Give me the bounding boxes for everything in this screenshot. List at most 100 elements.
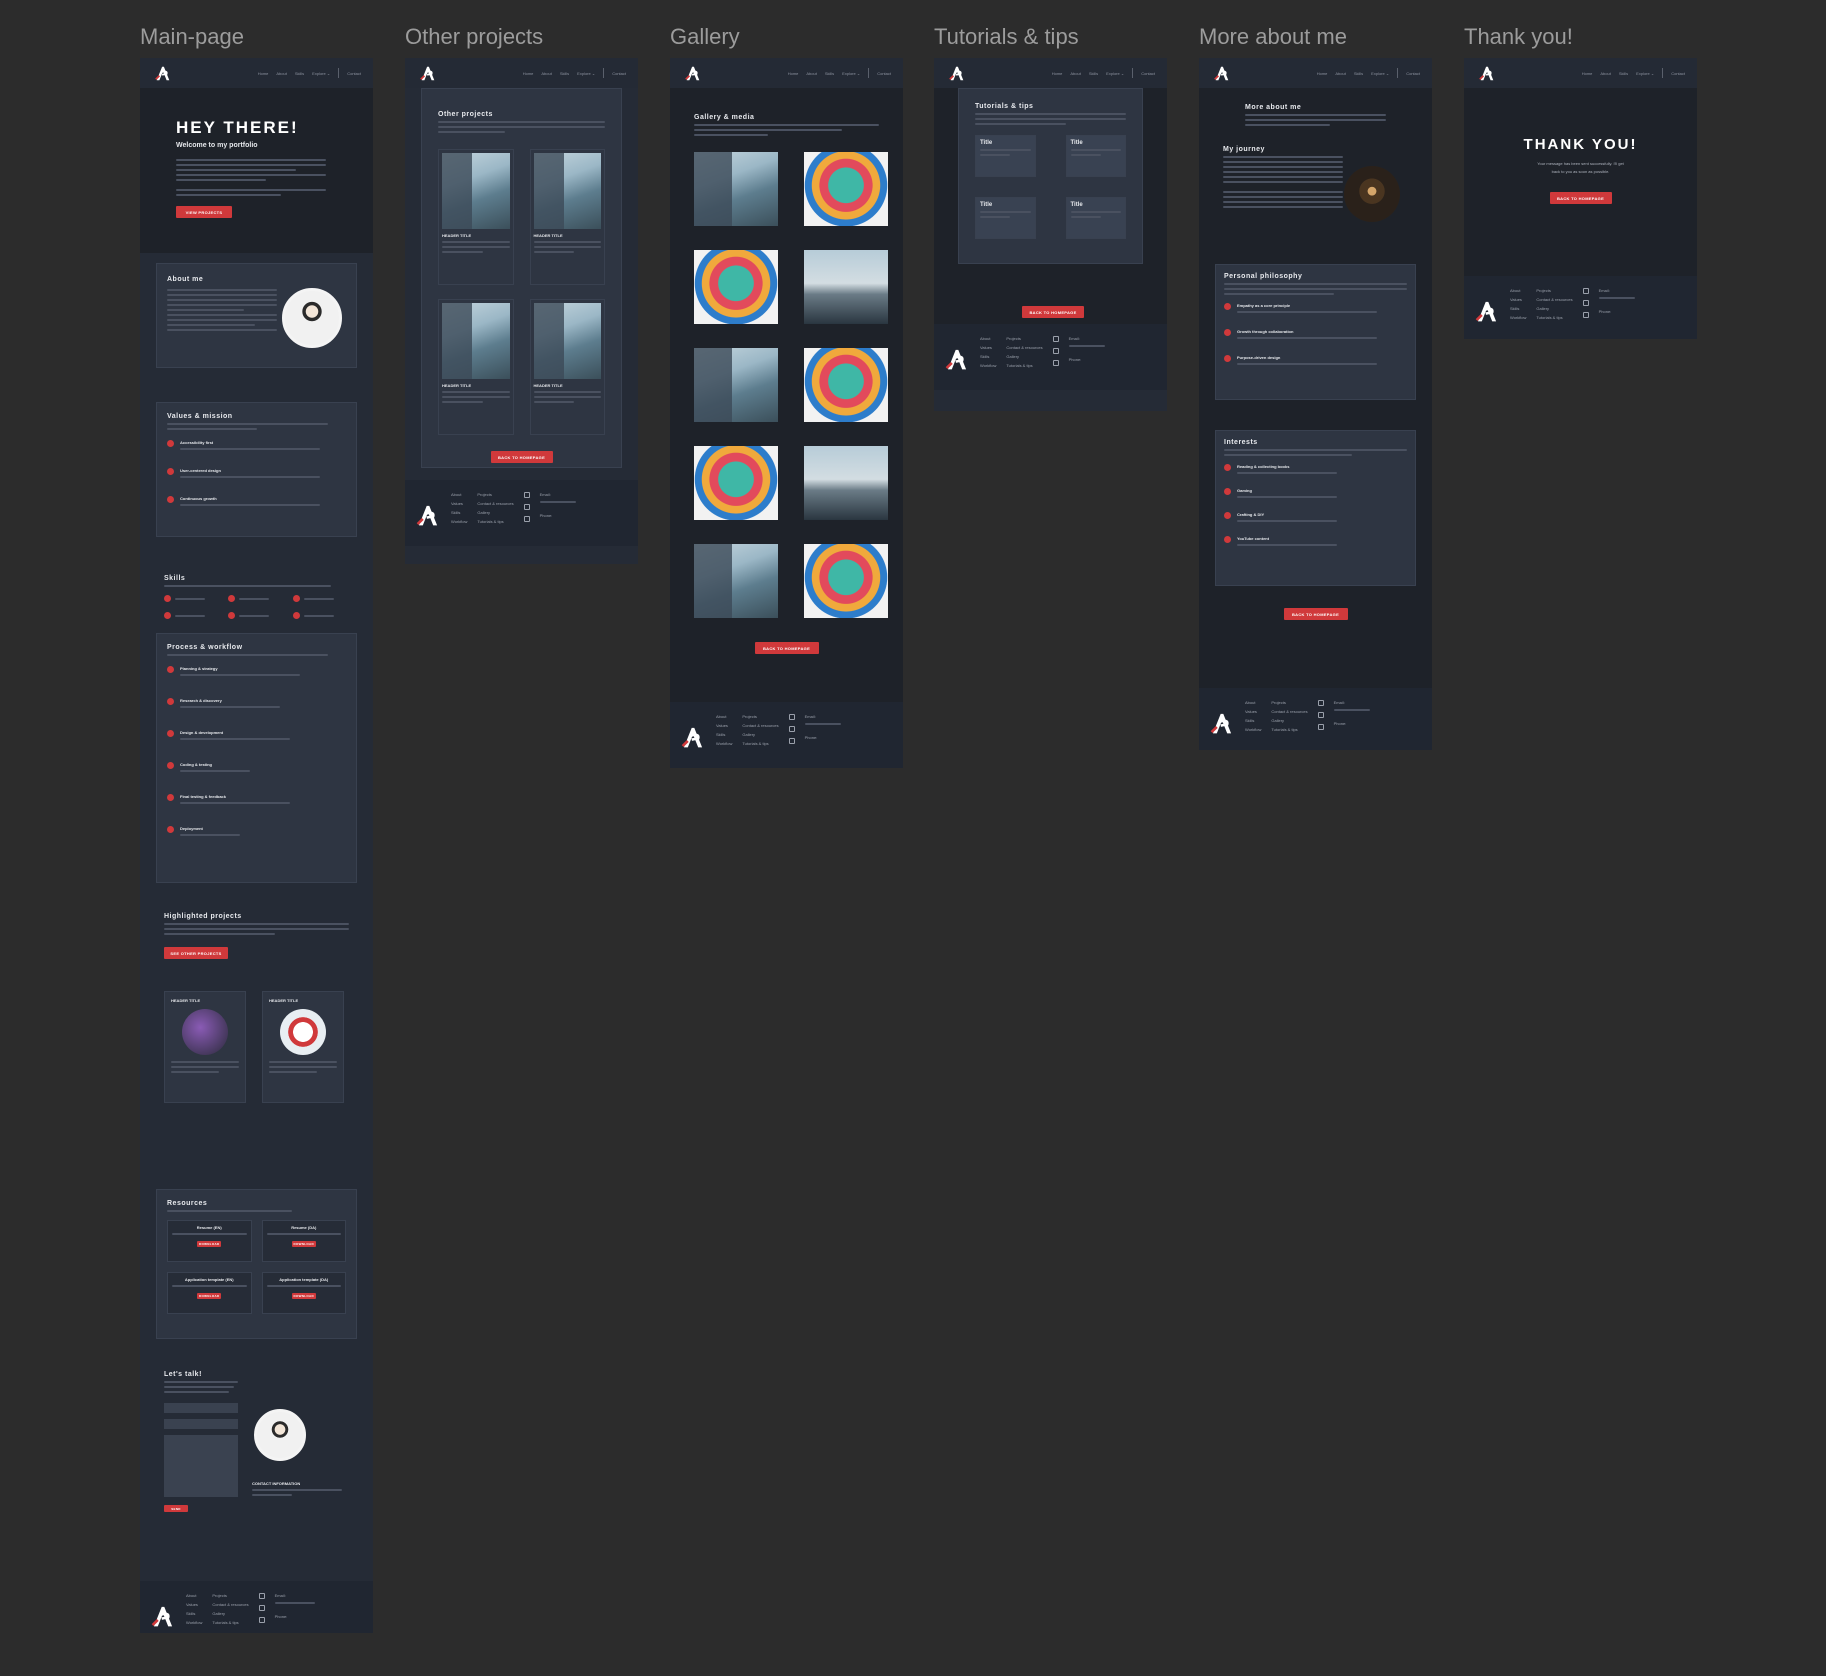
logo-icon[interactable] bbox=[1213, 64, 1231, 82]
nav-home[interactable]: Home bbox=[1317, 71, 1328, 76]
facebook-icon[interactable] bbox=[258, 1593, 265, 1599]
footer-link-about[interactable]: About bbox=[980, 336, 996, 341]
nav-contact[interactable]: Contact bbox=[877, 71, 891, 76]
nav-about[interactable]: About bbox=[276, 71, 286, 76]
nav-contact[interactable]: Contact bbox=[1406, 71, 1420, 76]
footer-link-tutorials[interactable]: Tutorials & tips bbox=[742, 741, 778, 746]
facebook-icon[interactable] bbox=[1582, 288, 1589, 294]
gallery-image[interactable] bbox=[694, 152, 778, 226]
footer-link-contact[interactable]: Contact & resources bbox=[1536, 297, 1572, 302]
footer-link-gallery[interactable]: Gallery bbox=[1271, 718, 1307, 723]
footer-logo-icon[interactable] bbox=[1474, 298, 1500, 324]
footer-link-projects[interactable]: Projects bbox=[1271, 700, 1307, 705]
footer-link-workflow[interactable]: Workflow bbox=[980, 363, 996, 368]
instagram-icon[interactable] bbox=[258, 1605, 265, 1611]
gallery-image[interactable] bbox=[804, 544, 888, 618]
back-to-homepage-button[interactable]: BACK TO HOMEPAGE bbox=[754, 642, 819, 654]
footer-link-skills[interactable]: Skills bbox=[716, 732, 732, 737]
nav-home[interactable]: Home bbox=[258, 71, 269, 76]
back-to-homepage-button[interactable]: BACK TO HOMEPAGE bbox=[1022, 306, 1084, 318]
logo-icon[interactable] bbox=[154, 64, 172, 82]
footer-link-tutorials[interactable]: Tutorials & tips bbox=[1006, 363, 1042, 368]
nav-explore[interactable]: Explore ⌄ bbox=[577, 71, 595, 76]
linkedin-icon[interactable] bbox=[1582, 312, 1589, 318]
footer-link-tutorials[interactable]: Tutorials & tips bbox=[1536, 315, 1572, 320]
footer-link-values[interactable]: Values bbox=[451, 501, 467, 506]
footer-link-contact[interactable]: Contact & resources bbox=[742, 723, 778, 728]
nav-explore[interactable]: Explore ⌄ bbox=[842, 71, 860, 76]
footer-link-skills[interactable]: Skills bbox=[980, 354, 996, 359]
project-card[interactable]: HEADER TITLE bbox=[262, 991, 344, 1103]
nav-home[interactable]: Home bbox=[1052, 71, 1063, 76]
tutorial-card[interactable]: Title bbox=[1065, 197, 1126, 239]
nav-skills[interactable]: Skills bbox=[560, 71, 569, 76]
back-to-homepage-button[interactable]: BACK TO HOMEPAGE bbox=[1549, 192, 1612, 204]
nav-contact[interactable]: Contact bbox=[1671, 71, 1685, 76]
footer-link-about[interactable]: About bbox=[451, 492, 467, 497]
instagram-icon[interactable] bbox=[1317, 712, 1324, 718]
footer-link-tutorials[interactable]: Tutorials & tips bbox=[1271, 727, 1307, 732]
facebook-icon[interactable] bbox=[788, 714, 795, 720]
footer-link-about[interactable]: About bbox=[1245, 700, 1261, 705]
nav-home[interactable]: Home bbox=[788, 71, 799, 76]
footer-logo-icon[interactable] bbox=[415, 502, 441, 528]
footer-link-workflow[interactable]: Workflow bbox=[1245, 727, 1261, 732]
facebook-icon[interactable] bbox=[523, 492, 530, 498]
footer-link-projects[interactable]: Projects bbox=[1006, 336, 1042, 341]
footer-link-gallery[interactable]: Gallery bbox=[212, 1611, 248, 1616]
project-card[interactable]: HEADER TITLE bbox=[164, 991, 246, 1103]
logo-icon[interactable] bbox=[684, 64, 702, 82]
facebook-icon[interactable] bbox=[1317, 700, 1324, 706]
footer-logo-icon[interactable] bbox=[680, 724, 706, 750]
nav-explore[interactable]: Explore ⌄ bbox=[312, 71, 330, 76]
back-to-homepage-button[interactable]: BACK TO HOMEPAGE bbox=[490, 451, 553, 463]
gallery-image[interactable] bbox=[804, 446, 888, 520]
footer-link-about[interactable]: About bbox=[186, 1593, 202, 1598]
project-card[interactable]: HEADER TITLE bbox=[529, 149, 605, 285]
email-field[interactable] bbox=[164, 1419, 238, 1429]
linkedin-icon[interactable] bbox=[1317, 724, 1324, 730]
tutorial-card[interactable]: Title bbox=[975, 135, 1036, 177]
footer-link-contact[interactable]: Contact & resources bbox=[1271, 709, 1307, 714]
tutorial-card[interactable]: Title bbox=[975, 197, 1036, 239]
footer-link-skills[interactable]: Skills bbox=[451, 510, 467, 515]
nav-about[interactable]: About bbox=[1070, 71, 1080, 76]
download-button[interactable]: DOWNLOAD bbox=[197, 1293, 222, 1299]
footer-link-gallery[interactable]: Gallery bbox=[1006, 354, 1042, 359]
instagram-icon[interactable] bbox=[788, 726, 795, 732]
footer-link-values[interactable]: Values bbox=[1510, 297, 1526, 302]
linkedin-icon[interactable] bbox=[523, 516, 530, 522]
footer-link-gallery[interactable]: Gallery bbox=[742, 732, 778, 737]
download-button[interactable]: DOWNLOAD bbox=[291, 1293, 316, 1299]
footer-link-projects[interactable]: Projects bbox=[742, 714, 778, 719]
instagram-icon[interactable] bbox=[1582, 300, 1589, 306]
footer-link-gallery[interactable]: Gallery bbox=[1536, 306, 1572, 311]
footer-logo-icon[interactable] bbox=[1209, 710, 1235, 736]
gallery-image[interactable] bbox=[694, 348, 778, 422]
footer-link-about[interactable]: About bbox=[1510, 288, 1526, 293]
footer-link-values[interactable]: Values bbox=[716, 723, 732, 728]
name-field[interactable] bbox=[164, 1403, 238, 1413]
download-button[interactable]: DOWNLOAD bbox=[291, 1241, 316, 1247]
nav-explore[interactable]: Explore ⌄ bbox=[1371, 71, 1389, 76]
footer-link-workflow[interactable]: Workflow bbox=[716, 741, 732, 746]
footer-logo-icon[interactable] bbox=[150, 1603, 176, 1629]
project-card[interactable]: HEADER TITLE bbox=[438, 149, 514, 285]
footer-link-skills[interactable]: Skills bbox=[1245, 718, 1261, 723]
footer-link-tutorials[interactable]: Tutorials & tips bbox=[212, 1620, 248, 1625]
footer-link-gallery[interactable]: Gallery bbox=[477, 510, 513, 515]
linkedin-icon[interactable] bbox=[788, 738, 795, 744]
footer-link-workflow[interactable]: Workflow bbox=[451, 519, 467, 524]
gallery-image[interactable] bbox=[694, 250, 778, 324]
footer-link-contact[interactable]: Contact & resources bbox=[212, 1602, 248, 1607]
nav-about[interactable]: About bbox=[806, 71, 816, 76]
nav-contact[interactable]: Contact bbox=[612, 71, 626, 76]
nav-skills[interactable]: Skills bbox=[825, 71, 834, 76]
footer-logo-icon[interactable] bbox=[944, 346, 970, 372]
footer-link-skills[interactable]: Skills bbox=[1510, 306, 1526, 311]
footer-link-projects[interactable]: Projects bbox=[477, 492, 513, 497]
nav-skills[interactable]: Skills bbox=[295, 71, 304, 76]
linkedin-icon[interactable] bbox=[258, 1617, 265, 1623]
footer-link-values[interactable]: Values bbox=[980, 345, 996, 350]
nav-explore[interactable]: Explore ⌄ bbox=[1106, 71, 1124, 76]
